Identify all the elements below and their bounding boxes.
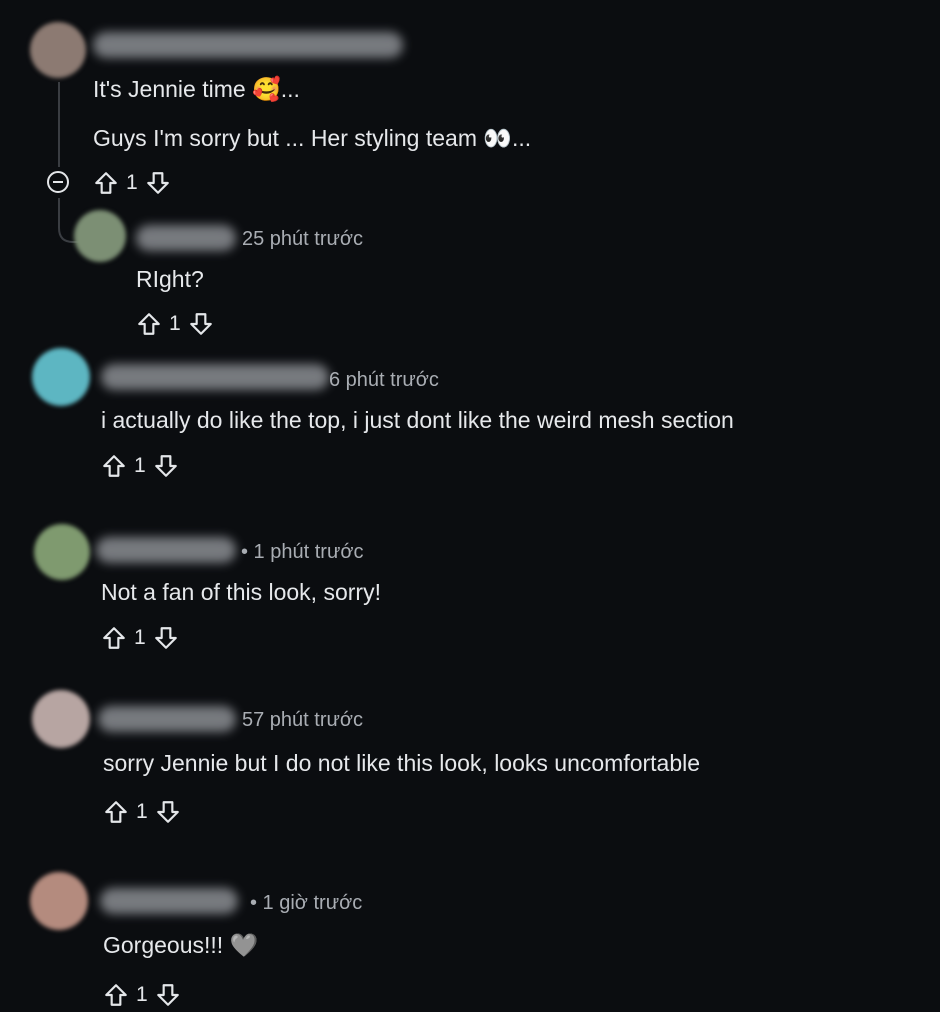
comment-text: RIght?	[136, 266, 204, 292]
comment-vote-bar: 1	[136, 309, 214, 339]
comment-vote-bar: 1	[101, 623, 179, 653]
parent-comment-line-2: Guys I'm sorry but ... Her styling team …	[93, 125, 532, 151]
comment-vote-bar: 1	[103, 797, 181, 827]
downvote-icon[interactable]	[153, 453, 179, 479]
comment-avatar[interactable]	[34, 524, 90, 580]
vote-count: 1	[126, 171, 138, 194]
comment-username-blurred[interactable]	[101, 364, 329, 390]
parent-username-blurred[interactable]	[93, 32, 403, 58]
comment-avatar[interactable]	[32, 690, 90, 748]
comment-avatar[interactable]	[74, 210, 126, 262]
upvote-icon[interactable]	[101, 625, 127, 651]
comment-avatar[interactable]	[32, 348, 90, 406]
comment-timestamp: • 1 phút trước	[241, 541, 364, 563]
downvote-icon[interactable]	[155, 799, 181, 825]
downvote-icon[interactable]	[145, 170, 171, 196]
vote-count: 1	[169, 312, 181, 335]
comment-username-blurred[interactable]	[136, 225, 236, 251]
parent-vote-bar: 1	[93, 168, 171, 198]
upvote-icon[interactable]	[103, 982, 129, 1008]
comment-text: sorry Jennie but I do not like this look…	[103, 750, 701, 776]
upvote-icon[interactable]	[136, 311, 162, 337]
comment-timestamp: 57 phút trước	[242, 709, 364, 731]
upvote-icon[interactable]	[103, 799, 129, 825]
comment-vote-bar: 1	[101, 451, 179, 481]
comment-text: Gorgeous!!! 🩶	[103, 932, 259, 958]
comment-text: Not a fan of this look, sorry!	[101, 579, 381, 605]
vote-count: 1	[136, 983, 148, 1006]
comment-username-blurred[interactable]	[98, 706, 236, 732]
comment-timestamp: 6 phút trước	[329, 369, 439, 391]
vote-count: 1	[134, 626, 146, 649]
upvote-icon[interactable]	[93, 170, 119, 196]
comment-username-blurred[interactable]	[96, 537, 236, 563]
parent-avatar[interactable]	[30, 22, 86, 78]
collapse-thread-icon[interactable]	[46, 170, 70, 194]
downvote-icon[interactable]	[153, 625, 179, 651]
comment-avatar[interactable]	[30, 872, 88, 930]
downvote-icon[interactable]	[188, 311, 214, 337]
vote-count: 1	[136, 800, 148, 823]
vote-count: 1	[134, 454, 146, 477]
thread-line	[58, 82, 60, 167]
comment-timestamp: 25 phút trước	[242, 228, 364, 250]
parent-comment-line-1: It's Jennie time 🥰...	[93, 76, 300, 102]
comment-vote-bar: 1	[103, 980, 181, 1010]
downvote-icon[interactable]	[155, 982, 181, 1008]
upvote-icon[interactable]	[101, 453, 127, 479]
comment-username-blurred[interactable]	[100, 888, 238, 914]
comment-text: i actually do like the top, i just dont …	[101, 407, 734, 433]
comment-timestamp: • 1 giờ trước	[250, 892, 363, 914]
